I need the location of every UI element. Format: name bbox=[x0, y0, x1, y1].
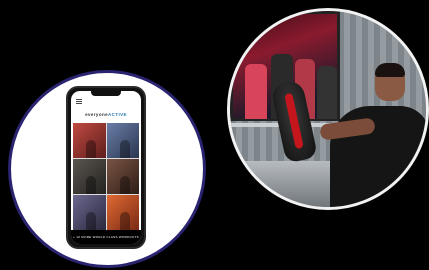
more-workouts-banner[interactable]: + 10 MORE WORLD CLASS WORKOUTS bbox=[71, 230, 141, 244]
brand-prefix: everyone bbox=[85, 112, 109, 117]
phone-mockup: everyoneACTIVE + 10 MORE WORLD CLASS WOR… bbox=[66, 86, 146, 249]
phone-screen: everyoneACTIVE + 10 MORE WORLD CLASS WOR… bbox=[71, 91, 141, 244]
workout-tile[interactable] bbox=[106, 123, 139, 158]
workout-grid bbox=[73, 123, 139, 230]
phone-notch bbox=[91, 91, 121, 96]
workout-tile[interactable] bbox=[106, 195, 139, 230]
gym-photo-circle bbox=[227, 8, 429, 210]
workout-tile[interactable] bbox=[73, 123, 106, 158]
hamburger-menu-icon[interactable] bbox=[76, 99, 82, 104]
brand-suffix: ACTIVE bbox=[108, 112, 127, 117]
man-hair bbox=[375, 63, 405, 77]
workout-tile[interactable] bbox=[106, 159, 139, 194]
workout-tile[interactable] bbox=[73, 159, 106, 194]
workout-tile[interactable] bbox=[73, 195, 106, 230]
gym-equipment bbox=[240, 161, 330, 207]
brand-logo: everyoneACTIVE bbox=[71, 112, 141, 117]
